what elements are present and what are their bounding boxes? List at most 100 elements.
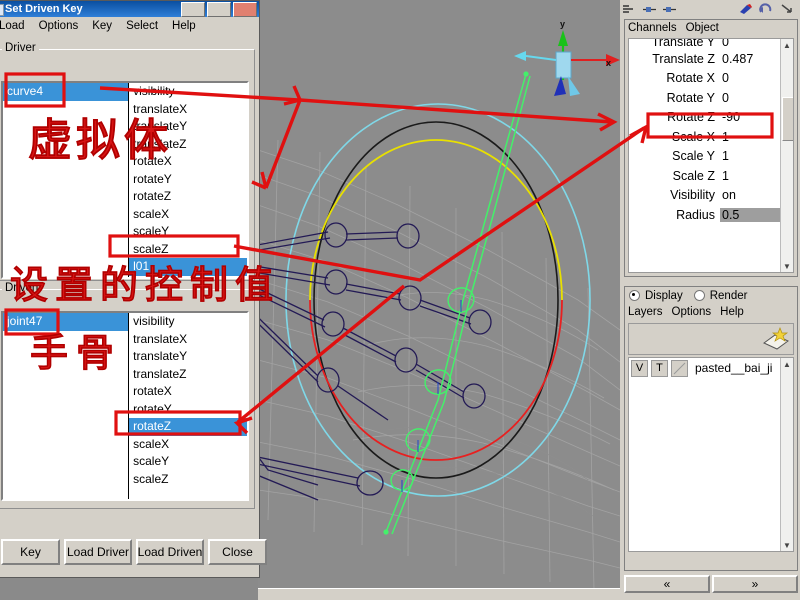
driver-attr-item[interactable]: visibility — [129, 83, 247, 101]
menu-help[interactable]: Help — [165, 20, 203, 32]
channel-row[interactable]: Rotate X0 — [629, 69, 793, 89]
driven-attribute-list[interactable]: visibility translateX translateY translateZ… — [129, 313, 247, 499]
driver-group-label: Driver — [2, 42, 39, 54]
channel-row[interactable]: Scale X1 — [629, 127, 793, 147]
layer-row[interactable]: V T pasted__bai_ji — [629, 358, 793, 377]
object-menu[interactable]: Object — [686, 22, 719, 34]
paint-weights-icon[interactable] — [736, 1, 756, 18]
layer-editor: Display Render Layers Options Help V T p… — [624, 286, 798, 571]
channel-row[interactable]: Scale Y1 — [629, 147, 793, 167]
channel-box-attribute-table[interactable]: Translate Y 0 Translate Z 0.487 Rotate X0R… — [628, 38, 794, 273]
layer-list[interactable]: V T pasted__bai_ji ▲ ▼ — [628, 357, 794, 552]
maximize-button[interactable] — [207, 2, 231, 17]
channel-row[interactable]: Radius 0.5 — [629, 205, 793, 225]
scroll-up-icon[interactable]: ▲ — [781, 39, 793, 51]
options-menu[interactable]: Options — [672, 306, 712, 318]
channel-row[interactable]: Visibility on — [629, 186, 793, 206]
channel-box: Channels Object Translate Y 0 Translate … — [624, 19, 798, 277]
close-button[interactable]: Close — [208, 539, 267, 565]
channel-name: Rotate X — [666, 71, 715, 86]
driven-attr-item[interactable]: scaleX — [129, 436, 247, 454]
annotation-hand-bone: 手骨 — [30, 331, 123, 375]
channel-name: Translate Z — [652, 51, 715, 66]
undo-arrow-icon[interactable] — [756, 1, 776, 18]
page-nav-row: « » — [624, 575, 798, 593]
layer-editor-menubar: Layers Options Help — [625, 304, 797, 320]
load-driven-button[interactable]: Load Driven — [136, 539, 204, 565]
channel-row[interactable]: Rotate Z -90 — [629, 108, 793, 128]
layer-mode-radios: Display Render — [625, 287, 797, 304]
driver-attr-item[interactable]: scaleX — [129, 206, 247, 224]
annotation-virtual-body: 虚拟体 — [28, 115, 172, 166]
driver-attr-item[interactable]: rotateY — [129, 171, 247, 189]
tool-settings-layout-icon[interactable] — [660, 1, 680, 18]
load-driver-button[interactable]: Load Driver — [64, 539, 132, 565]
scroll-down-icon[interactable]: ▼ — [781, 260, 793, 272]
driven-attr-item[interactable]: translateY — [129, 348, 247, 366]
driven-attr-item[interactable]: scaleY — [129, 453, 247, 471]
channels-menu[interactable]: Channels — [628, 22, 677, 34]
window-title: Set Driven Key — [5, 3, 83, 15]
layers-menu[interactable]: Layers — [628, 306, 663, 318]
display-radio[interactable] — [629, 290, 640, 301]
right-panel-column: Channels Object Translate Y 0 Translate … — [620, 0, 800, 600]
driven-attr-item[interactable]: rotateZ — [129, 418, 247, 436]
layer-color-swatch[interactable] — [671, 359, 688, 377]
driven-attr-item[interactable]: rotateX — [129, 383, 247, 401]
layer-scroll-down-icon[interactable]: ▼ — [781, 539, 793, 551]
layer-type-toggle[interactable]: T — [651, 359, 668, 377]
channel-row[interactable]: Translate Z 0.487 — [629, 49, 793, 69]
next-page-button[interactable]: » — [712, 575, 798, 593]
channel-row[interactable]: Scale Z1 — [629, 166, 793, 186]
driven-attr-item[interactable]: translateX — [129, 331, 247, 349]
layer-visibility-toggle[interactable]: V — [631, 359, 648, 377]
driven-attr-item[interactable]: scaleZ — [129, 471, 247, 489]
svg-text:x: x — [606, 58, 611, 68]
render-radio[interactable] — [693, 290, 705, 301]
close-window-button[interactable] — [233, 2, 257, 17]
driver-attr-item[interactable]: rotateZ — [129, 188, 247, 206]
menu-select[interactable]: Select — [119, 20, 165, 32]
driver-attr-item[interactable]: scaleY — [129, 223, 247, 241]
driven-attr-item[interactable]: translateZ — [129, 366, 247, 384]
menu-options[interactable]: Options — [32, 20, 86, 32]
driver-node-item[interactable]: curve4 — [3, 83, 129, 101]
window-titlebar[interactable]: Set Driven Key — [0, 1, 259, 17]
window-icon — [0, 4, 4, 16]
scrollbar-thumb[interactable] — [782, 97, 793, 141]
channel-row-clipped[interactable]: Translate Y 0 — [629, 39, 793, 49]
layer-name[interactable]: pasted__bai_ji — [689, 361, 772, 375]
attribute-editor-layout-icon[interactable] — [640, 1, 660, 18]
channel-name: Radius — [676, 207, 715, 222]
render-radio-label: Render — [709, 289, 748, 302]
layer-toolbar — [628, 323, 794, 355]
driven-attr-item[interactable]: visibility — [129, 313, 247, 331]
menu-load[interactable]: Load — [0, 20, 32, 32]
channel-row[interactable]: Rotate Y0 — [629, 88, 793, 108]
layer-list-scrollbar[interactable]: ▲ ▼ — [780, 358, 793, 551]
new-layer-icon[interactable] — [761, 325, 791, 356]
channel-name: Visibility — [670, 188, 715, 203]
driven-attr-item[interactable]: rotateY — [129, 401, 247, 419]
minimize-button[interactable] — [181, 2, 205, 17]
window-button-row: Key Load Driver Load Driven Close — [1, 539, 267, 565]
channel-box-scrollbar[interactable]: ▲ ▼ — [780, 39, 793, 272]
channel-box-icon-toolbar — [620, 0, 800, 19]
channel-name: Scale X — [671, 129, 715, 144]
menu-key[interactable]: Key — [85, 20, 119, 32]
svg-text:y: y — [560, 19, 565, 29]
channel-name: Scale Y — [672, 149, 715, 164]
prev-page-button[interactable]: « — [624, 575, 710, 593]
channel-box-layout-icon[interactable] — [620, 1, 640, 18]
channel-name: Translate Y — [651, 39, 715, 49]
3d-viewport[interactable]: y x — [258, 0, 620, 600]
layer-scroll-up-icon[interactable]: ▲ — [781, 358, 793, 370]
key-button[interactable]: Key — [1, 539, 60, 565]
annotation-control-value: 设置的控制值 — [10, 263, 281, 307]
channel-name: Scale Z — [672, 168, 715, 183]
channel-name: Rotate Z — [667, 110, 715, 125]
help-menu[interactable]: Help — [720, 306, 744, 318]
select-tool-icon[interactable] — [776, 1, 796, 18]
channel-box-menubar: Channels Object — [625, 20, 797, 36]
viewport-bottom-bar — [258, 588, 620, 600]
